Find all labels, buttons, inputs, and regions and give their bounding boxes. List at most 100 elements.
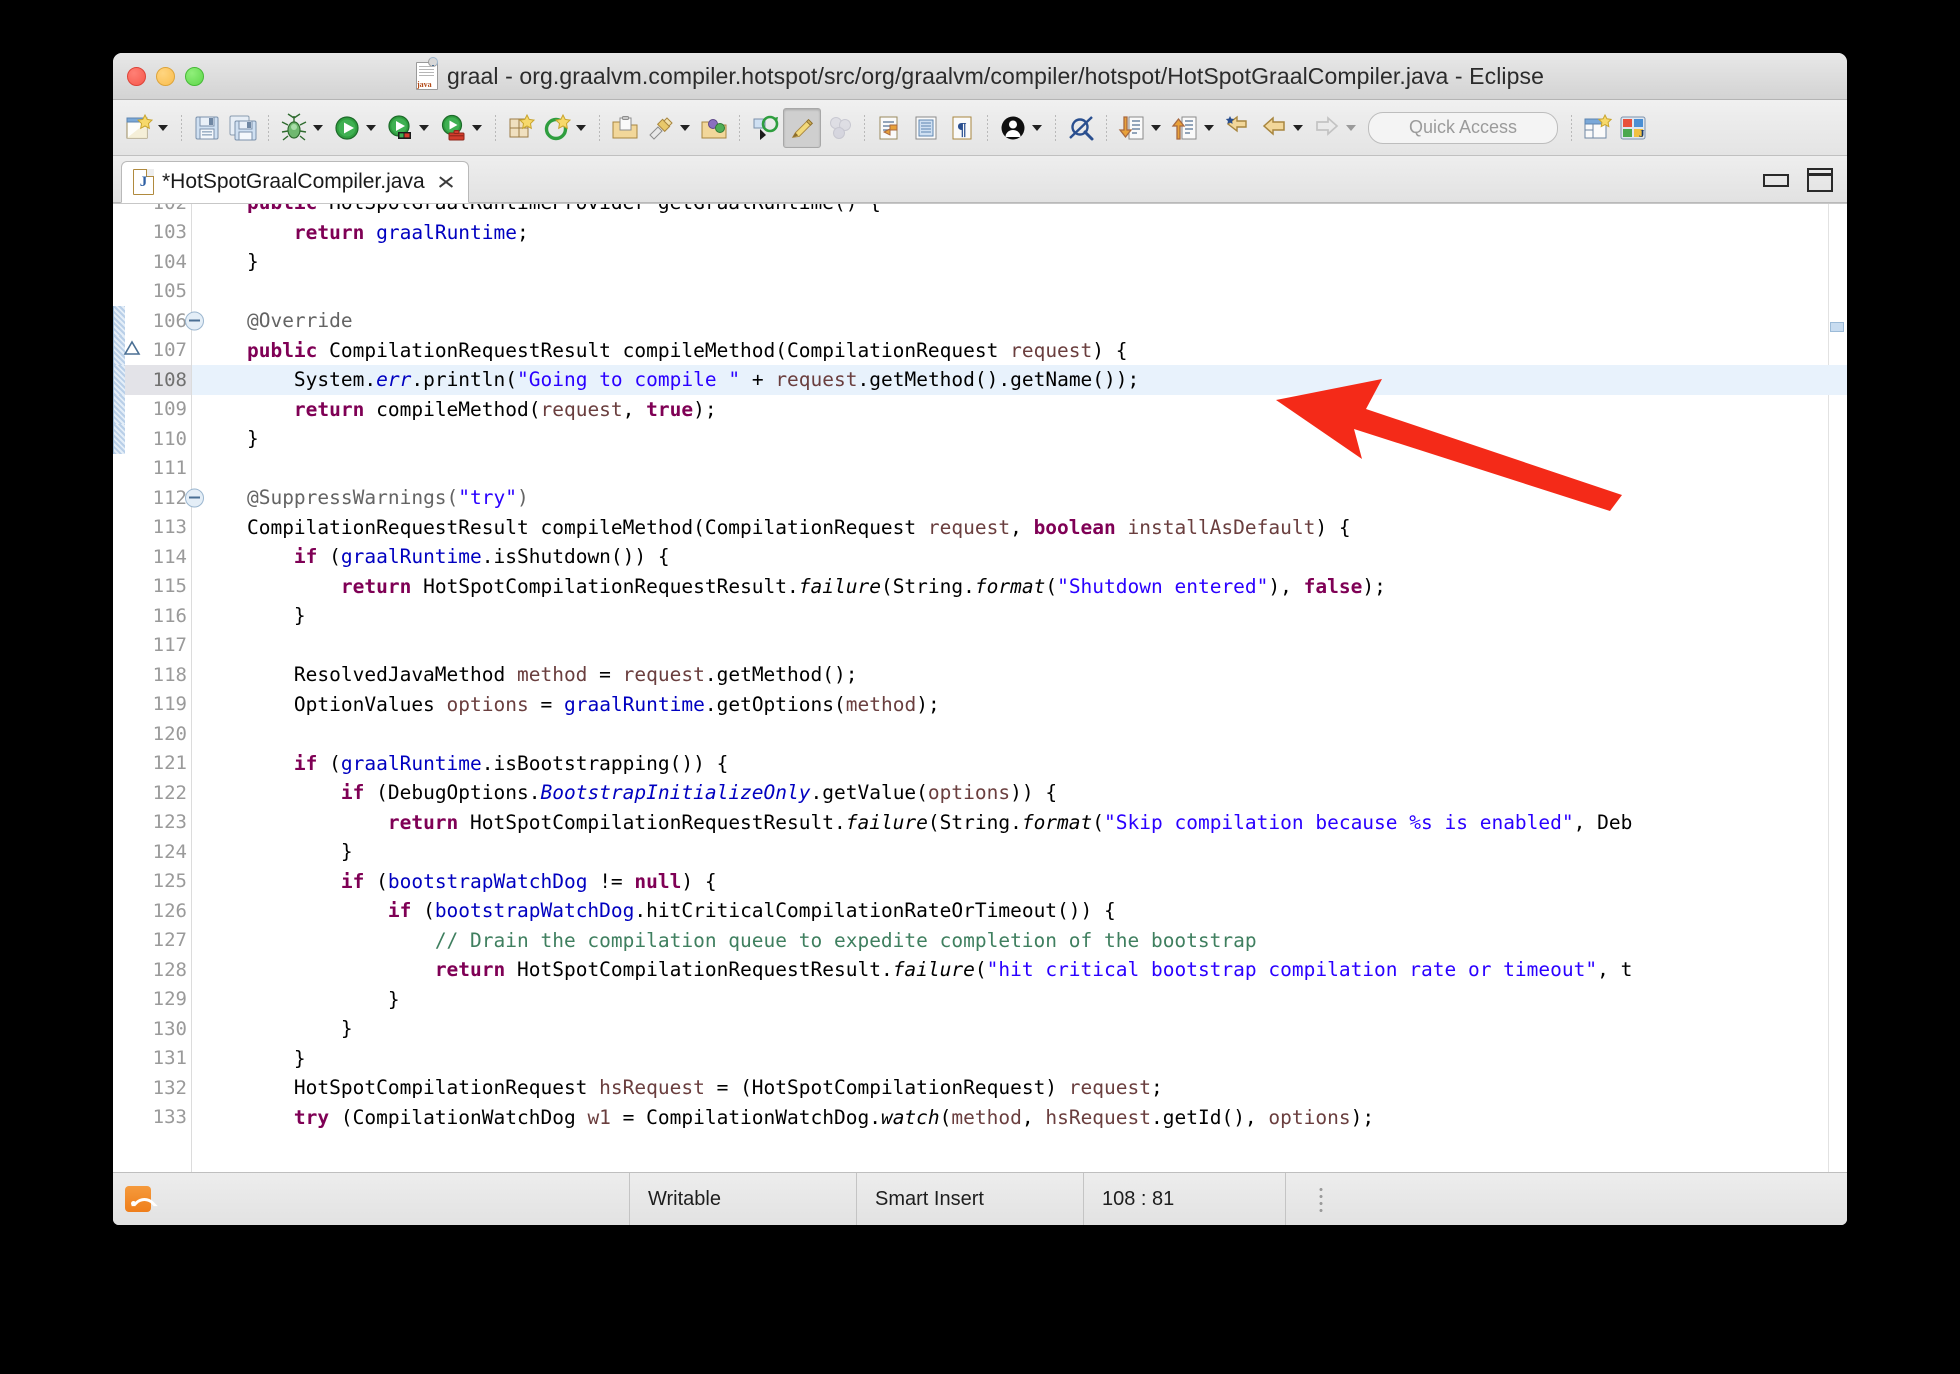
- code-line[interactable]: }: [192, 424, 1847, 454]
- code-line[interactable]: @SuppressWarnings("try"): [192, 483, 1847, 513]
- minimize-window-button[interactable]: [156, 66, 175, 86]
- next-annotation-icon[interactable]: [1114, 109, 1150, 147]
- eclipse-window: java graal - org.graalvm.compiler.hotspo…: [113, 53, 1847, 1225]
- line-number: 132: [152, 1076, 187, 1099]
- code-line[interactable]: // Drain the compilation queue to expedi…: [192, 926, 1847, 956]
- code-text-area[interactable]: public HotSpotGraalRuntimeProvider getGr…: [192, 204, 1847, 1172]
- minimize-view-icon[interactable]: [1763, 173, 1789, 187]
- open-task-dropdown-icon[interactable]: [680, 124, 690, 131]
- code-line[interactable]: if (bootstrapWatchDog.hitCriticalCompila…: [192, 896, 1847, 926]
- user-account-dropdown-icon[interactable]: [1032, 124, 1042, 131]
- line-number: 129: [152, 988, 187, 1011]
- editor-tab-hotspotgraalcompiler[interactable]: *HotSpotGraalCompiler.java: [121, 161, 469, 203]
- code-line[interactable]: return graalRuntime;: [192, 218, 1847, 248]
- code-line[interactable]: if (graalRuntime.isShutdown()) {: [192, 542, 1847, 572]
- toolbar-group-navigate: [607, 109, 732, 147]
- next-annotation-dropdown-icon[interactable]: [1151, 124, 1161, 131]
- code-line[interactable]: return HotSpotCompilationRequestResult.f…: [192, 808, 1847, 838]
- debug-dropdown-icon[interactable]: [313, 124, 323, 131]
- code-line[interactable]: ResolvedJavaMethod method = request.getM…: [192, 660, 1847, 690]
- new-java-class-icon[interactable]: [539, 109, 575, 147]
- quick-access-input[interactable]: Quick Access: [1368, 111, 1558, 144]
- breakpoints-icon[interactable]: [821, 109, 857, 147]
- line-number: 125: [152, 870, 187, 893]
- skip-breakpoints-icon[interactable]: [1063, 109, 1099, 147]
- status-bar: Writable Smart Insert 108 : 81: [113, 1172, 1847, 1225]
- save-icon[interactable]: [189, 109, 225, 147]
- code-line[interactable]: if (graalRuntime.isBootstrapping()) {: [192, 749, 1847, 779]
- search-folder-icon[interactable]: [696, 109, 732, 147]
- line-number: 112: [113, 483, 204, 513]
- line-number-gutter[interactable]: 102 103 104 105 106107108109110 111 112 113 114 1…: [113, 204, 204, 1172]
- code-line[interactable]: }: [192, 601, 1847, 631]
- code-line[interactable]: return HotSpotCompilationRequestResult.f…: [192, 955, 1847, 985]
- code-line[interactable]: return HotSpotCompilationRequestResult.f…: [192, 572, 1847, 602]
- editor-tab-label: *HotSpotGraalCompiler.java: [162, 170, 425, 193]
- run-configuration-icon[interactable]: [382, 109, 418, 147]
- code-line[interactable]: }: [192, 1044, 1847, 1074]
- back-icon[interactable]: [1256, 109, 1292, 147]
- line-number: 127: [152, 929, 187, 952]
- run-dropdown-icon[interactable]: [366, 124, 376, 131]
- change-bar: [113, 394, 125, 424]
- code-line-partial-top: public HotSpotGraalRuntimeProvider getGr…: [192, 204, 1847, 218]
- code-line[interactable]: }: [192, 247, 1847, 277]
- new-java-project-icon[interactable]: [503, 109, 539, 147]
- code-line[interactable]: @Override: [192, 306, 1847, 336]
- code-line[interactable]: return compileMethod(request, true);: [192, 395, 1847, 425]
- code-line-current[interactable]: System.err.println("Going to compile " +…: [192, 365, 1847, 395]
- open-type-icon[interactable]: [607, 109, 643, 147]
- line-number: 102: [113, 204, 191, 218]
- code-line[interactable]: [192, 719, 1847, 749]
- code-line[interactable]: [192, 454, 1847, 484]
- save-all-icon[interactable]: [225, 109, 261, 147]
- code-line[interactable]: if (bootstrapWatchDog != null) {: [192, 867, 1847, 897]
- line-number: 117: [152, 634, 187, 657]
- code-line[interactable]: public CompilationRequestResult compileM…: [192, 336, 1847, 366]
- show-whitespace-icon[interactable]: ¶: [944, 109, 980, 147]
- debug-icon[interactable]: [276, 109, 312, 147]
- external-tools-dropdown-icon[interactable]: [472, 124, 482, 131]
- code-line[interactable]: HotSpotCompilationRequest hsRequest = (H…: [192, 1073, 1847, 1103]
- code-line[interactable]: }: [192, 837, 1847, 867]
- code-line[interactable]: [192, 277, 1847, 307]
- user-account-icon[interactable]: [995, 109, 1031, 147]
- code-line[interactable]: }: [192, 1014, 1847, 1044]
- code-line[interactable]: try (CompilationWatchDog w1 = Compilatio…: [192, 1103, 1847, 1133]
- previous-annotation-icon[interactable]: [1167, 109, 1203, 147]
- last-edit-location-icon[interactable]: [1220, 109, 1256, 147]
- new-wizard-dropdown-icon[interactable]: [158, 124, 168, 131]
- code-line[interactable]: }: [192, 985, 1847, 1015]
- line-number: 121: [152, 752, 187, 775]
- code-line[interactable]: [192, 631, 1847, 661]
- next-edit-icon[interactable]: [872, 109, 908, 147]
- zoom-window-button[interactable]: [185, 66, 204, 86]
- new-wizard-icon[interactable]: [121, 109, 157, 147]
- toolbar-group-perspectives: J: [1579, 109, 1651, 147]
- run-icon[interactable]: [329, 109, 365, 147]
- status-writable: Writable: [629, 1173, 856, 1225]
- code-line[interactable]: CompilationRequestResult compileMethod(C…: [192, 513, 1847, 543]
- new-java-class-dropdown-icon[interactable]: [576, 124, 586, 131]
- line-number: 106: [113, 306, 204, 336]
- toolbar-separator: [268, 114, 269, 141]
- code-line[interactable]: OptionValues options = graalRuntime.getO…: [192, 690, 1847, 720]
- close-icon[interactable]: [436, 172, 456, 192]
- external-tools-icon[interactable]: [435, 109, 471, 147]
- back-dropdown-icon[interactable]: [1293, 124, 1303, 131]
- toggle-mark-occurrences-icon[interactable]: [783, 107, 821, 148]
- close-window-button[interactable]: [127, 66, 146, 86]
- maximize-view-icon[interactable]: [1807, 168, 1833, 192]
- rss-feed-icon[interactable]: [125, 1186, 151, 1212]
- java-perspective-icon[interactable]: J: [1615, 109, 1651, 147]
- open-perspective-icon[interactable]: [1579, 109, 1615, 147]
- previous-annotation-dropdown-icon[interactable]: [1204, 124, 1214, 131]
- run-configuration-dropdown-icon[interactable]: [419, 124, 429, 131]
- block-selection-icon[interactable]: [908, 109, 944, 147]
- code-editor[interactable]: 102 103 104 105 106107108109110 111 112 113 114 1…: [113, 203, 1847, 1172]
- code-line[interactable]: if (DebugOptions.BootstrapInitializeOnly…: [192, 778, 1847, 808]
- open-task-icon[interactable]: [643, 109, 679, 147]
- refactor-icon[interactable]: [747, 109, 783, 147]
- toolbar-separator: [1055, 114, 1056, 141]
- toolbar-separator: [181, 114, 182, 141]
